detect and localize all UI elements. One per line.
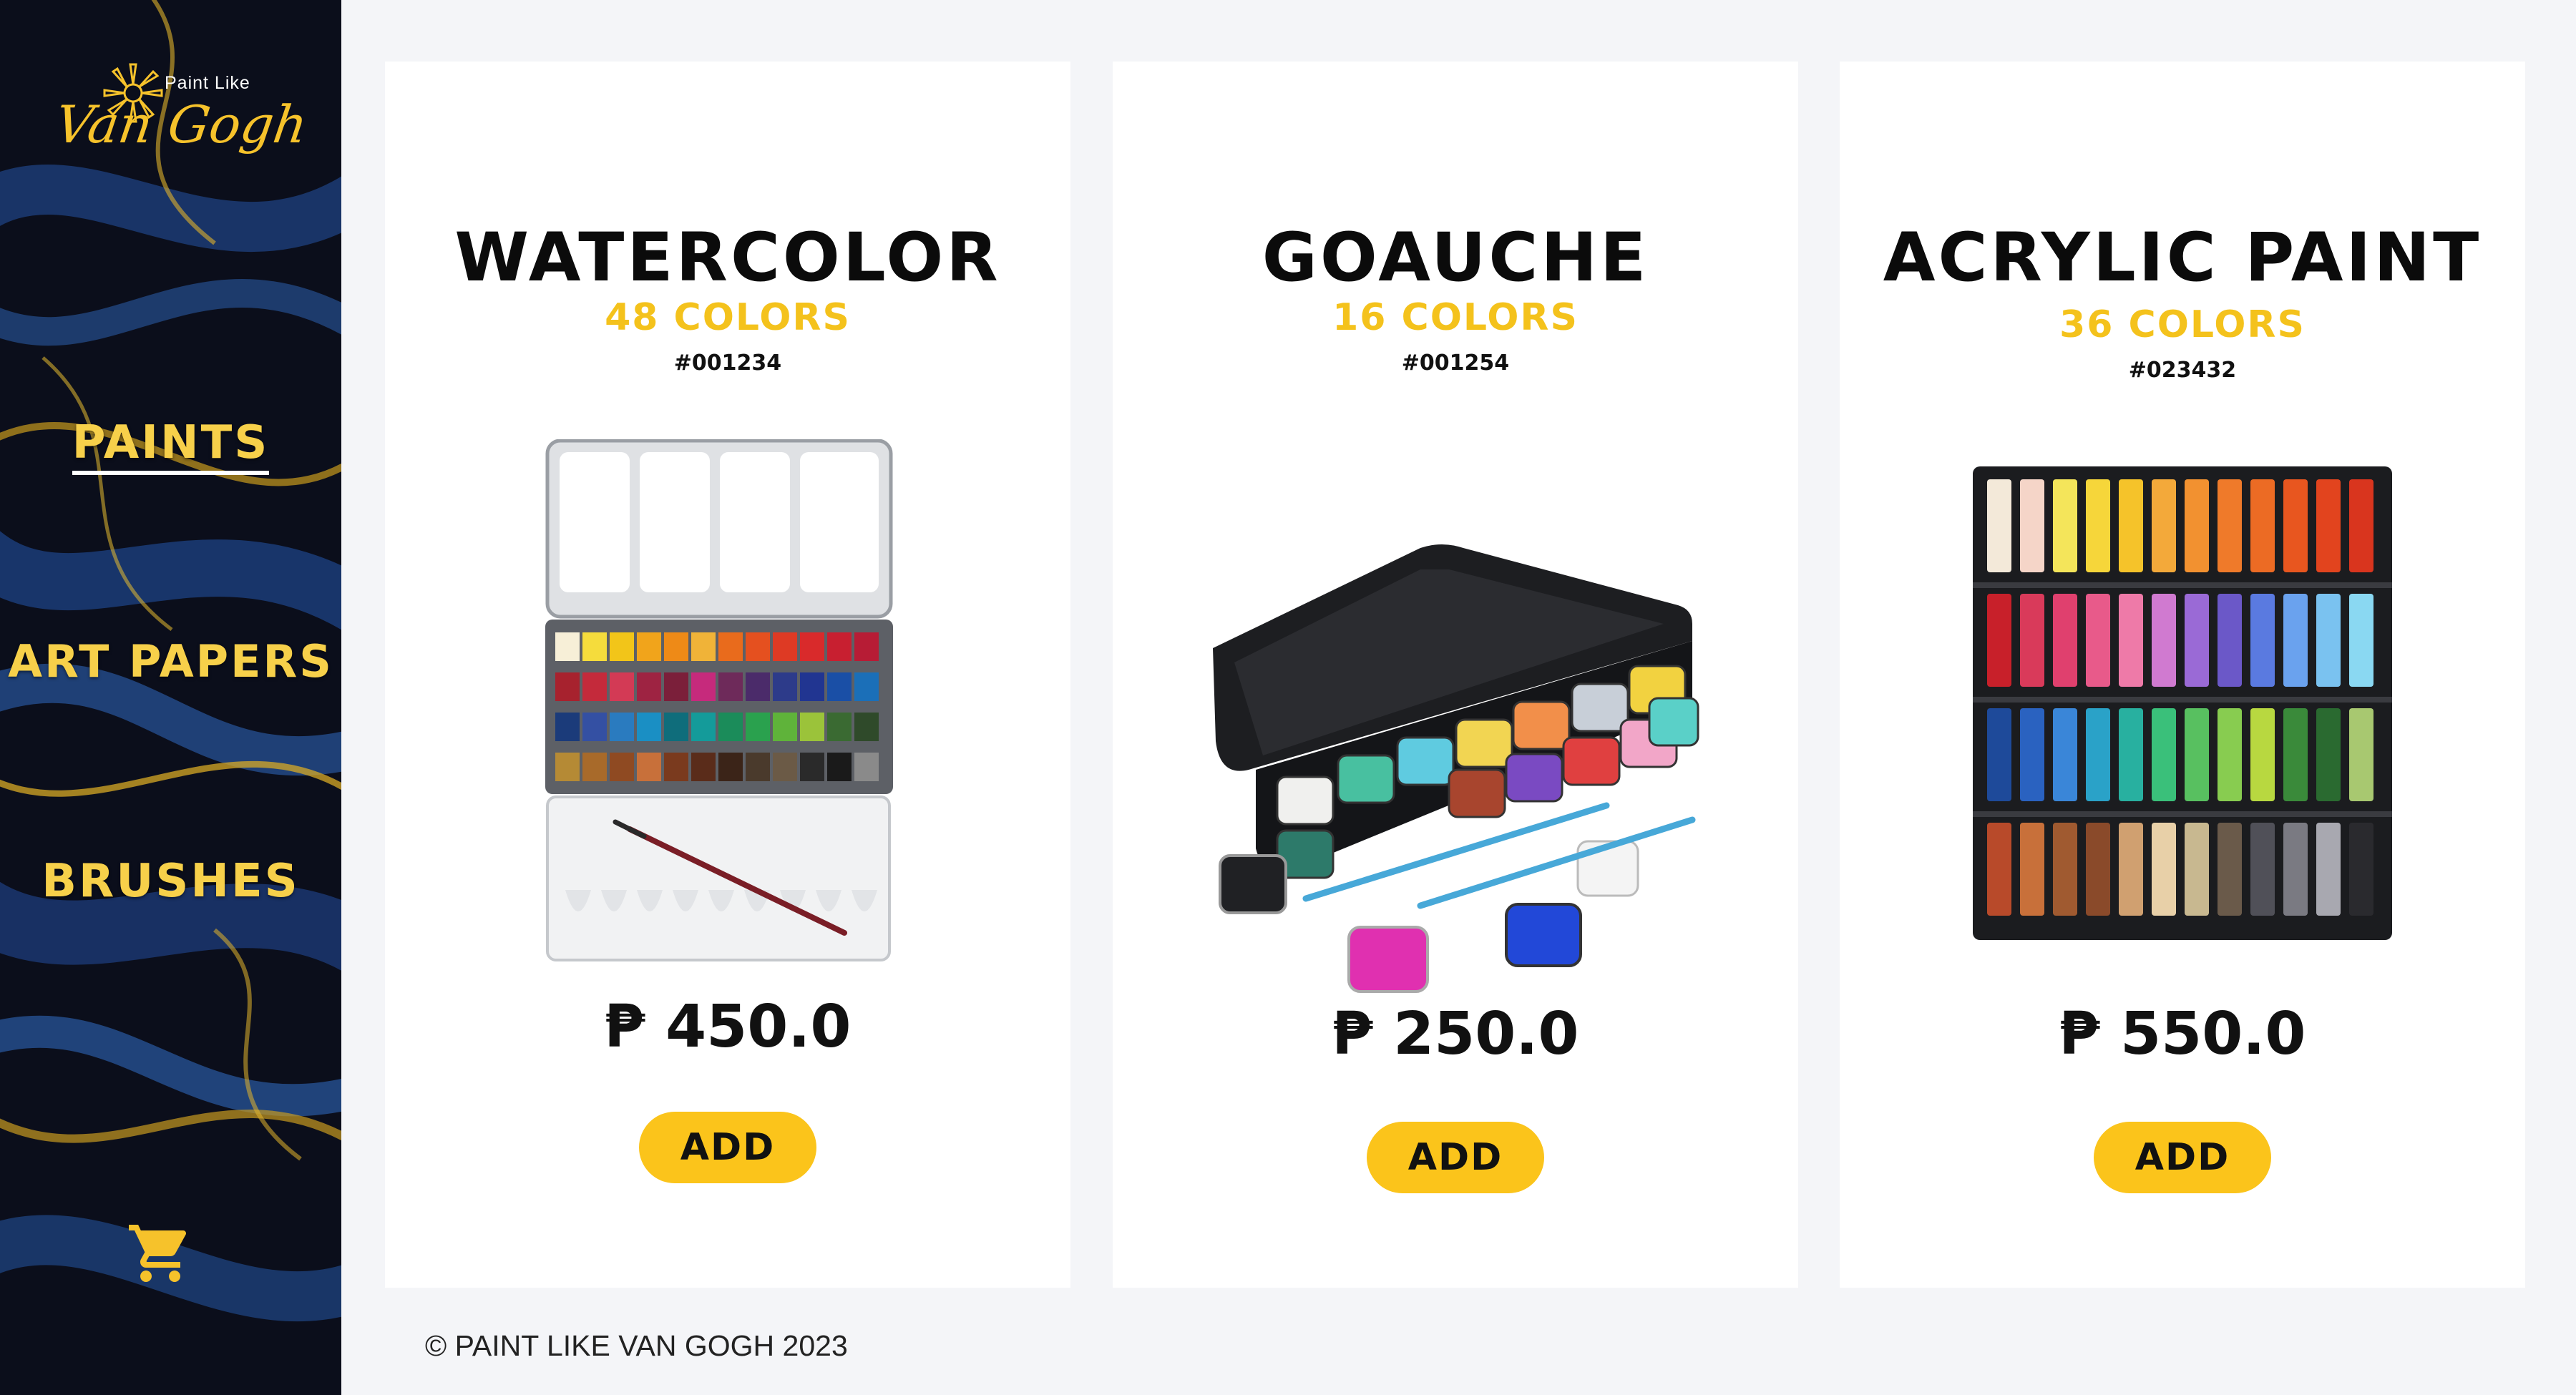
nav-item-label: ART PAPERS bbox=[8, 635, 333, 687]
product-price: ₱ 550.0 bbox=[2059, 1000, 2306, 1068]
acrylic-set-image bbox=[1973, 466, 2392, 940]
product-name: GOAUCHE bbox=[1262, 219, 1649, 297]
product-sku: #023432 bbox=[2128, 358, 2237, 383]
product-name: ACRYLIC PAINT bbox=[1883, 219, 2482, 297]
footer-copyright: © PAINT LIKE VAN GOGH 2023 bbox=[425, 1329, 848, 1362]
watercolor-set-image bbox=[545, 439, 893, 961]
product-card: WATERCOLOR 48 COLORS #001234 ₱ 450.0 ADD bbox=[385, 62, 1070, 1288]
product-card: ACRYLIC PAINT 36 COLORS #023432 ₱ 550.0 … bbox=[1840, 62, 2525, 1288]
nav-item-paints[interactable]: PAINTS bbox=[0, 416, 341, 475]
product-sku: #001254 bbox=[1401, 351, 1510, 376]
product-color-count: 16 COLORS bbox=[1332, 296, 1579, 339]
product-name: WATERCOLOR bbox=[454, 219, 1001, 297]
add-to-cart-button[interactable]: ADD bbox=[2094, 1122, 2271, 1193]
product-color-count: 48 COLORS bbox=[605, 296, 851, 339]
cart-icon[interactable] bbox=[126, 1219, 195, 1288]
brand-script-text: Van Gogh bbox=[52, 94, 311, 155]
nav-item-label: PAINTS bbox=[72, 416, 270, 475]
swirl-background bbox=[0, 0, 341, 1395]
sidebar: Paint Like Van Gogh PAINTS ART PAPERS BR… bbox=[0, 0, 341, 1395]
add-to-cart-button[interactable]: ADD bbox=[639, 1112, 816, 1183]
product-price: ₱ 250.0 bbox=[1332, 1000, 1579, 1068]
brand-logo[interactable]: Paint Like Van Gogh bbox=[44, 57, 311, 179]
nav-item-brushes[interactable]: BRUSHES bbox=[0, 855, 341, 908]
nav-item-art-papers[interactable]: ART PAPERS bbox=[0, 635, 341, 687]
add-to-cart-button[interactable]: ADD bbox=[1367, 1122, 1544, 1193]
brand-small-text: Paint Like bbox=[165, 73, 250, 93]
product-card: GOAUCHE 16 COLORS #001254 ₱ 250.0 ADD bbox=[1113, 62, 1798, 1288]
product-sku: #001234 bbox=[673, 351, 782, 376]
gouache-set-image bbox=[1213, 544, 1699, 993]
nav-item-label: BRUSHES bbox=[42, 855, 300, 908]
product-color-count: 36 COLORS bbox=[2059, 303, 2306, 346]
product-price: ₱ 450.0 bbox=[604, 993, 852, 1061]
